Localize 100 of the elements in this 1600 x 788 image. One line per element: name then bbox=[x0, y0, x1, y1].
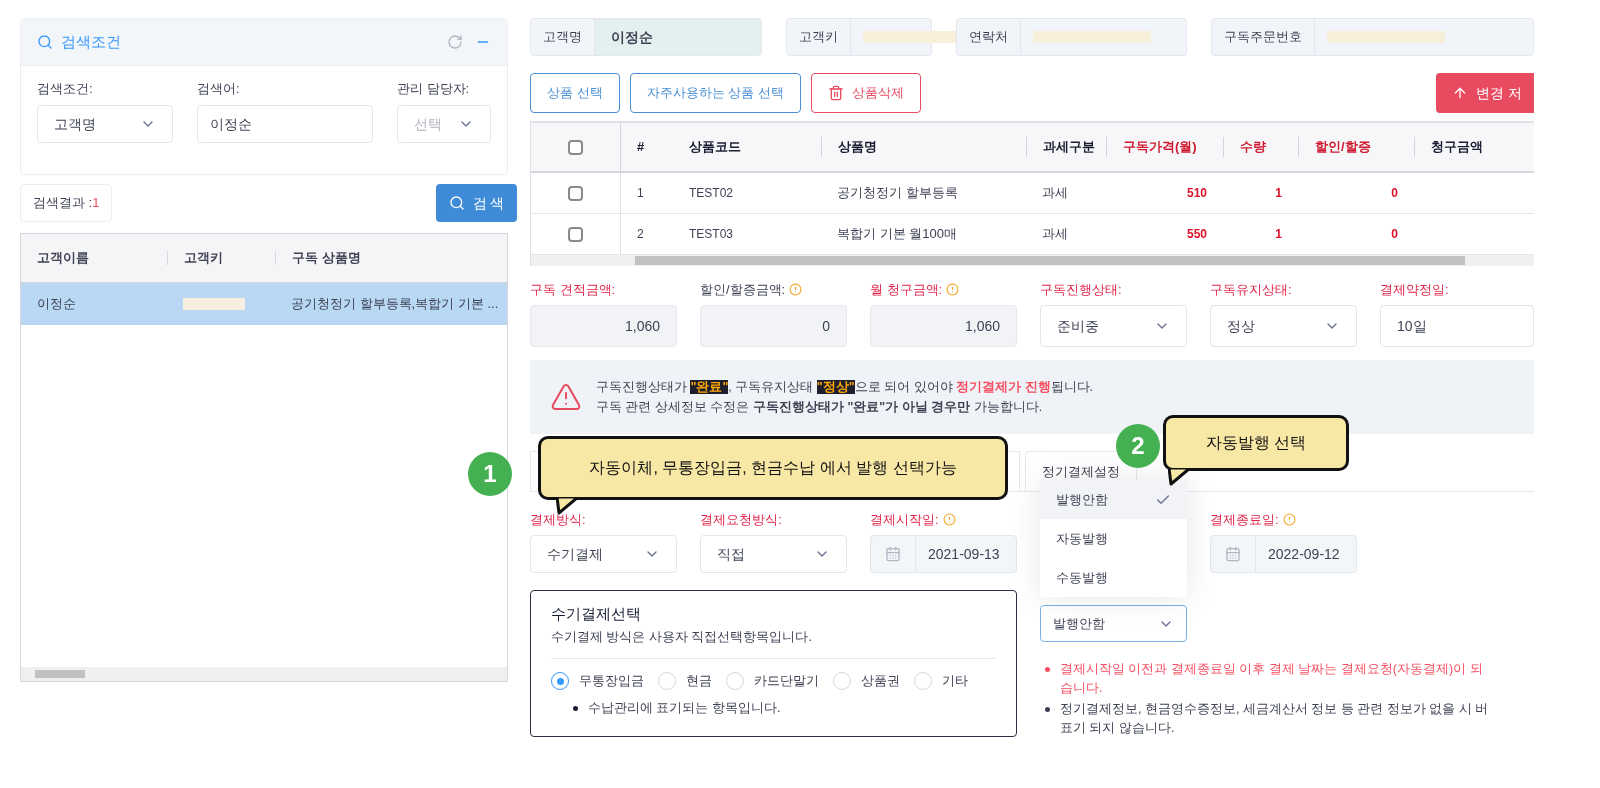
field-label: 월 청구금액: bbox=[870, 282, 943, 297]
checkbox[interactable] bbox=[568, 226, 583, 242]
note-text: 결제시작일 이전과 결제종료일 이후 결제 날짜는 결제요청(자동결제)이 되 습니다. bbox=[1060, 661, 1483, 697]
column-header: 고객이름 bbox=[37, 250, 89, 266]
field-label: 결제시작일: bbox=[870, 512, 939, 527]
table-cell-text: 1 bbox=[1274, 185, 1283, 202]
field-label: 결제요청방식: bbox=[700, 512, 782, 527]
table-cell-text: 복합기 기본 월100매 bbox=[836, 225, 958, 244]
column-header: 상품명 bbox=[838, 139, 877, 155]
field-label: 결제약정일: bbox=[1380, 282, 1449, 297]
column-header: # bbox=[637, 139, 645, 155]
redacted-block bbox=[183, 298, 245, 310]
select-field[interactable]: 수기결제 bbox=[530, 535, 677, 573]
table-cell-text: 과세 bbox=[1041, 225, 1069, 244]
menu-item[interactable]: 자동발행 bbox=[1040, 519, 1187, 558]
field-label: 검색조건: bbox=[37, 80, 94, 97]
field-label: 결제방식: bbox=[530, 512, 586, 527]
table-cell-text: TEST02 bbox=[688, 185, 734, 202]
info-icon bbox=[1282, 513, 1296, 526]
refresh-icon[interactable] bbox=[447, 34, 463, 50]
info-value: 이정순 bbox=[595, 19, 761, 55]
trash-icon bbox=[827, 85, 844, 101]
table-cell-text: 550 bbox=[1185, 226, 1208, 243]
callout-tooltip: 자동이체, 무통장입금, 현금수납 에서 발행 선택가능 bbox=[538, 436, 1008, 500]
column-header: 구독가격(월) bbox=[1123, 139, 1197, 155]
issue-select[interactable]: 발행안함 bbox=[1040, 605, 1187, 642]
box-title: 수기결제선택 bbox=[551, 604, 642, 624]
select-field[interactable]: 직접 bbox=[700, 535, 847, 573]
field-label: 검색어: bbox=[197, 80, 241, 97]
scrollbar[interactable] bbox=[531, 255, 621, 266]
column-header: 수량 bbox=[1240, 139, 1266, 155]
field-label: 할인/할증금액: bbox=[700, 282, 786, 297]
table-cell-text: 2 bbox=[636, 226, 645, 243]
radio-option[interactable]: 상품권 bbox=[833, 671, 900, 691]
info-icon bbox=[789, 283, 803, 296]
select-button[interactable]: 상품 선택 bbox=[530, 73, 620, 113]
table-cell-text: 0 bbox=[1390, 185, 1399, 202]
notice-text: 구독진행상태가 "완료", 구독유지상태 "정상"으로 되어 있어야 정기결제가 진행됩니다. bbox=[596, 379, 1093, 396]
select-button[interactable]: 자주사용하는 상품 선택 bbox=[629, 73, 801, 113]
search-input[interactable]: 이정순 bbox=[197, 105, 373, 143]
panel-title: 검색조건 bbox=[61, 31, 121, 52]
customer-row[interactable]: 이정순 공기청정기 할부등록,복합기 기본 ... bbox=[21, 283, 507, 325]
field-label: 관리 담당자: bbox=[397, 80, 471, 97]
table-cell-text: TEST03 bbox=[688, 226, 734, 243]
box-description: 수기결제 방식은 사용자 직접선택항목입니다. bbox=[551, 627, 996, 660]
radio-option[interactable]: 현금 bbox=[658, 671, 712, 691]
box-note: 수납관리에 표기되는 항목입니다. bbox=[588, 699, 781, 717]
table-cell-text: 이정순 bbox=[36, 295, 77, 314]
table-cell-text: 510 bbox=[1185, 185, 1208, 202]
field-label: 구독진행상태: bbox=[1040, 282, 1122, 297]
table-cell-text: 1 bbox=[636, 185, 645, 202]
scrollbar[interactable] bbox=[621, 255, 1534, 266]
column-header: 구독 상품명 bbox=[292, 249, 361, 268]
column-header: 상품코드 bbox=[689, 139, 741, 155]
scrollbar[interactable] bbox=[21, 667, 507, 681]
step-badge: 1 bbox=[468, 452, 512, 496]
calendar-icon bbox=[885, 546, 901, 562]
date-field[interactable]: 2022-09-12 bbox=[1210, 535, 1357, 573]
search-icon bbox=[448, 195, 465, 211]
table-cell-text: 0 bbox=[1390, 226, 1399, 243]
column-header: 과세구분 bbox=[1043, 139, 1095, 155]
info-icon bbox=[942, 513, 956, 526]
warning-icon bbox=[550, 381, 582, 413]
checkbox[interactable] bbox=[568, 139, 583, 155]
table-cell-text: 과세 bbox=[1041, 184, 1069, 203]
notice-text: 구독 관련 상세정보 수정은 구독진행상태가 "완료"가 아닐 경우만 가능합니다. bbox=[596, 399, 1044, 416]
select-field[interactable]: 정상 bbox=[1210, 305, 1357, 347]
menu-item[interactable]: 발행안함 bbox=[1040, 480, 1187, 519]
search-button[interactable]: 검 색 bbox=[436, 184, 517, 222]
column-header: 고객키 bbox=[184, 249, 223, 268]
field-label: 결제종료일: bbox=[1210, 512, 1279, 527]
column-header: 청구금액 bbox=[1431, 139, 1483, 155]
callout-tooltip: 자동발행 선택 bbox=[1163, 415, 1349, 471]
amount-field: 0 bbox=[700, 305, 847, 347]
date-field[interactable]: 2021-09-13 bbox=[870, 535, 1017, 573]
save-button[interactable]: 변경 저 bbox=[1436, 73, 1534, 113]
info-icon bbox=[946, 283, 960, 296]
table-cell-text: 공기청정기 할부등록,복합기 기본 ... bbox=[290, 295, 500, 314]
select-field[interactable]: 고객명 bbox=[37, 105, 173, 143]
amount-field: 1,060 bbox=[870, 305, 1017, 347]
radio-option[interactable]: 기타 bbox=[914, 671, 968, 691]
table-cell-text: 1 bbox=[1274, 226, 1283, 243]
menu-item[interactable]: 수동발행 bbox=[1040, 558, 1187, 597]
delete-button[interactable]: 상품삭제 bbox=[810, 73, 921, 113]
input-field[interactable]: 10일 bbox=[1380, 305, 1534, 347]
radio-option[interactable]: 무통장입금 bbox=[551, 671, 644, 691]
amount-field: 1,060 bbox=[530, 305, 677, 347]
field-label: 구독 견적금액: bbox=[530, 282, 616, 297]
search-icon bbox=[37, 34, 53, 50]
info-label: 연락처 bbox=[957, 19, 1021, 55]
calendar-icon bbox=[1225, 546, 1241, 562]
note-text: 정기결제정보, 현금영수증정보, 세금계산서 정보 등 관련 정보가 없을 시 버 표기 되지 않습니다. bbox=[1060, 701, 1489, 737]
info-label: 구독주문번호 bbox=[1212, 19, 1315, 55]
info-label: 고객키 bbox=[787, 19, 851, 55]
radio-option[interactable]: 카드단말기 bbox=[726, 671, 819, 691]
result-count: 검색결과 :1 bbox=[20, 184, 113, 222]
column-header: 할인/할증 bbox=[1315, 139, 1371, 155]
field-label: 구독유지상태: bbox=[1210, 282, 1292, 297]
checkbox[interactable] bbox=[568, 185, 583, 201]
select-field[interactable]: 준비중 bbox=[1040, 305, 1187, 347]
